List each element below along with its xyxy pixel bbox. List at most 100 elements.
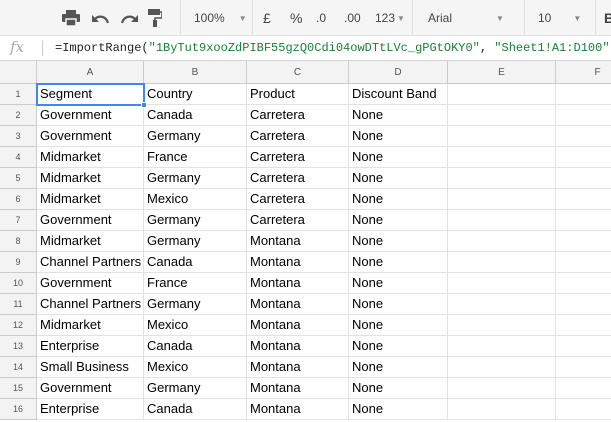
row-header[interactable]: 5	[0, 168, 37, 189]
cell[interactable]	[448, 252, 556, 273]
cell[interactable]: Montana	[247, 252, 349, 273]
cell[interactable]: Montana	[247, 357, 349, 378]
cell[interactable]: None	[349, 210, 448, 231]
cell[interactable]	[556, 147, 611, 168]
paint-format-icon[interactable]	[148, 8, 162, 28]
row-header[interactable]: 2	[0, 105, 37, 126]
cell[interactable]	[448, 210, 556, 231]
row-header[interactable]: 4	[0, 147, 37, 168]
cell[interactable]: Carretera	[247, 105, 349, 126]
cell[interactable]: None	[349, 231, 448, 252]
cell[interactable]: Country	[144, 84, 247, 105]
cell[interactable]: None	[349, 147, 448, 168]
cell[interactable]	[556, 231, 611, 252]
column-header-f[interactable]: F	[556, 61, 611, 84]
percent-button[interactable]: %	[290, 8, 302, 28]
row-header[interactable]: 9	[0, 252, 37, 273]
cell[interactable]: None	[349, 378, 448, 399]
cell[interactable]: None	[349, 336, 448, 357]
more-formats-button[interactable]: 123 ▼	[375, 8, 405, 28]
cell[interactable]	[556, 273, 611, 294]
cell[interactable]: Mexico	[144, 189, 247, 210]
cell[interactable]: Segment	[37, 84, 144, 105]
cell[interactable]	[448, 147, 556, 168]
cell[interactable]	[448, 126, 556, 147]
row-header[interactable]: 3	[0, 126, 37, 147]
cell[interactable]	[556, 105, 611, 126]
row-header[interactable]: 14	[0, 357, 37, 378]
cell[interactable]	[556, 189, 611, 210]
bold-button[interactable]: B	[604, 8, 611, 28]
cell[interactable]: Canada	[144, 399, 247, 420]
row-header[interactable]: 8	[0, 231, 37, 252]
row-header[interactable]: 15	[0, 378, 37, 399]
cell[interactable]: Channel Partners	[37, 252, 144, 273]
formula-input[interactable]: =ImportRange("1ByTut9xooZdPIBF55gzQ0Cdi0…	[55, 41, 611, 55]
cell[interactable]	[448, 231, 556, 252]
cell[interactable]: Montana	[247, 273, 349, 294]
cell[interactable]: Government	[37, 210, 144, 231]
cell[interactable]: Montana	[247, 399, 349, 420]
cell[interactable]	[556, 315, 611, 336]
column-header-c[interactable]: C	[247, 61, 349, 84]
fill-handle[interactable]	[141, 102, 147, 108]
cell[interactable]: Montana	[247, 378, 349, 399]
cell[interactable]: Enterprise	[37, 399, 144, 420]
row-header[interactable]: 10	[0, 273, 37, 294]
cell[interactable]	[448, 189, 556, 210]
cell[interactable]	[556, 252, 611, 273]
cell[interactable]: Montana	[247, 231, 349, 252]
cell[interactable]: Carretera	[247, 168, 349, 189]
cell[interactable]: Midmarket	[37, 315, 144, 336]
cell[interactable]: Montana	[247, 336, 349, 357]
cell[interactable]: Canada	[144, 252, 247, 273]
cell[interactable]: None	[349, 315, 448, 336]
cell[interactable]: Small Business	[37, 357, 144, 378]
cell[interactable]: Germany	[144, 168, 247, 189]
cell[interactable]	[556, 357, 611, 378]
cell[interactable]: Canada	[144, 105, 247, 126]
row-header[interactable]: 6	[0, 189, 37, 210]
cell[interactable]	[448, 315, 556, 336]
cell[interactable]: Carretera	[247, 189, 349, 210]
cell[interactable]: Enterprise	[37, 336, 144, 357]
cell[interactable]	[556, 126, 611, 147]
cell[interactable]: Mexico	[144, 357, 247, 378]
cell[interactable]: Midmarket	[37, 231, 144, 252]
cell[interactable]: Germany	[144, 126, 247, 147]
cell[interactable]: Midmarket	[37, 147, 144, 168]
cell[interactable]: Government	[37, 378, 144, 399]
zoom-select[interactable]: 100% ▼	[194, 8, 247, 28]
cell[interactable]: Government	[37, 273, 144, 294]
column-header-d[interactable]: D	[349, 61, 448, 84]
cell[interactable]	[556, 168, 611, 189]
cell[interactable]	[448, 294, 556, 315]
row-header[interactable]: 12	[0, 315, 37, 336]
cell[interactable]: Germany	[144, 294, 247, 315]
cell[interactable]: Carretera	[247, 147, 349, 168]
decrease-decimal-button[interactable]: .0	[316, 8, 326, 28]
cell[interactable]: Montana	[247, 315, 349, 336]
row-header[interactable]: 1	[0, 84, 37, 105]
cell[interactable]: Carretera	[247, 210, 349, 231]
cell[interactable]	[556, 84, 611, 105]
cell[interactable]	[556, 294, 611, 315]
cell[interactable]	[448, 168, 556, 189]
cell[interactable]: Government	[37, 105, 144, 126]
row-header[interactable]: 16	[0, 399, 37, 420]
cell[interactable]	[556, 378, 611, 399]
cell[interactable]	[556, 336, 611, 357]
cell[interactable]: None	[349, 168, 448, 189]
cell[interactable]: Product	[247, 84, 349, 105]
cell[interactable]: None	[349, 189, 448, 210]
cell[interactable]: Midmarket	[37, 168, 144, 189]
cell[interactable]	[448, 357, 556, 378]
select-all-corner[interactable]	[0, 61, 37, 84]
cell[interactable]	[448, 84, 556, 105]
font-size-select[interactable]: 10 ▼	[538, 8, 581, 28]
cell[interactable]: Montana	[247, 294, 349, 315]
redo-icon[interactable]	[120, 8, 138, 28]
cell[interactable]	[448, 105, 556, 126]
column-header-e[interactable]: E	[448, 61, 556, 84]
cell[interactable]: Discount Band	[349, 84, 448, 105]
